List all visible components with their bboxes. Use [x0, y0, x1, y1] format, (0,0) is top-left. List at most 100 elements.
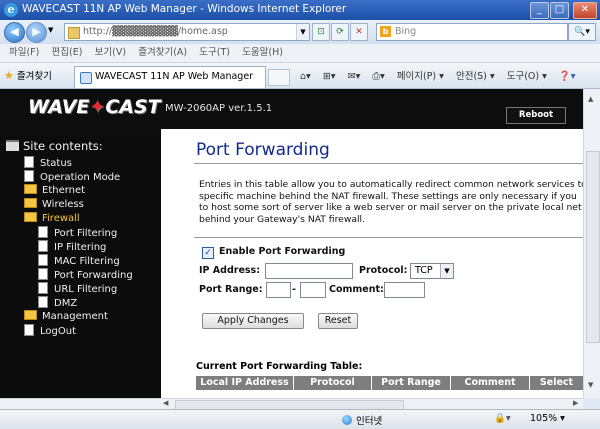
sidebar-item-port-forwarding[interactable]: Port Forwarding [38, 268, 133, 281]
new-tab-button[interactable] [268, 69, 290, 86]
ie-logo-icon: e [4, 3, 18, 17]
protected-mode-icon[interactable]: 🔒▾ [494, 413, 511, 424]
sidebar-item-status[interactable]: Status [24, 156, 72, 169]
scroll-right-icon[interactable]: ▶ [573, 399, 578, 407]
zoom-level[interactable]: 105% ▾ [530, 413, 565, 424]
minimize-button[interactable]: _ [530, 2, 549, 19]
address-dropdown-icon[interactable]: ▼ [296, 24, 309, 40]
doc-icon [24, 170, 34, 182]
sidebar-item-management[interactable]: Management [24, 310, 108, 322]
status-bar: 인터넷 🔒▾ 105% ▾ [0, 409, 600, 429]
site-contents-title: Site contents: [6, 139, 103, 153]
page-menu[interactable]: 페이지(P) ▾ [397, 71, 444, 82]
favorites-button[interactable]: ★ 즐겨찾기 [4, 68, 52, 82]
menu-file[interactable]: 파일(F) [9, 44, 39, 62]
col-local-ip: Local IP Address [200, 377, 289, 388]
sidebar-item-url-filtering[interactable]: URL Filtering [38, 282, 117, 295]
main-panel: Port Forwarding Entries in this table al… [161, 129, 583, 398]
search-input[interactable]: b Bing [376, 23, 568, 41]
stop-icon[interactable]: ✕ [350, 23, 368, 41]
address-input[interactable]: http://▓▓▓▓▓▓▓▓▓/home.asp ▼ [64, 23, 310, 41]
search-placeholder: Bing [395, 26, 417, 37]
sidebar-item-firewall[interactable]: Firewall [24, 212, 80, 224]
model-version: MW-2060AP ver.1.5.1 [165, 103, 273, 114]
command-bar: ⌂▾ ⊞▾ ✉▾ ⎙▾ 페이지(P) ▾ 안전(S) ▾ 도구(O) ▾ ❓▾ [300, 68, 585, 82]
safety-menu[interactable]: 안전(S) ▾ [456, 71, 495, 82]
doc-icon [38, 240, 48, 252]
col-port-range: Port Range [381, 377, 441, 388]
reset-button[interactable]: Reset [318, 313, 358, 329]
tools-menu[interactable]: 도구(O) ▾ [507, 71, 547, 82]
tab-wavecast[interactable]: WAVECAST 11N AP Web Manager [74, 66, 266, 88]
port-range-label: Port Range: [199, 284, 263, 295]
folder-icon [24, 184, 37, 194]
vertical-scrollbar[interactable]: ▲ ▼ [583, 89, 600, 398]
mail-icon[interactable]: ✉▾ [348, 71, 361, 82]
address-url: http://▓▓▓▓▓▓▓▓▓/home.asp [83, 26, 228, 37]
menu-view[interactable]: 보기(V) [95, 44, 126, 62]
enable-port-forwarding-label: Enable Port Forwarding [219, 246, 346, 257]
close-button[interactable]: ✕ [573, 2, 597, 19]
table-title: Current Port Forwarding Table: [196, 361, 363, 372]
menu-tools[interactable]: 도구(T) [199, 44, 230, 62]
doc-icon [38, 282, 48, 294]
menu-help[interactable]: 도움말(H) [242, 44, 283, 62]
address-toolbar: ◀ ▶ ▼ http://▓▓▓▓▓▓▓▓▓/home.asp ▼ ⊡ ⟳ ✕ … [0, 20, 600, 44]
sidebar-item-ip-filtering[interactable]: IP Filtering [38, 240, 106, 253]
menu-bar: 파일(F) 편집(E) 보기(V) 즐겨찾기(A) 도구(T) 도움말(H) [0, 44, 600, 63]
table-header-row: Local IP Address Protocol Port Range Com… [196, 376, 583, 390]
ip-address-input[interactable] [265, 263, 353, 279]
sidebar-item-dmz[interactable]: DMZ [38, 296, 77, 309]
title-divider [194, 163, 583, 164]
port-range-dash: - [292, 284, 296, 295]
sidebar-item-wireless[interactable]: Wireless [24, 198, 84, 210]
apply-changes-button[interactable]: Apply Changes [202, 313, 304, 329]
reboot-button[interactable]: Reboot [506, 107, 566, 124]
menu-favorites[interactable]: 즐겨찾기(A) [138, 44, 187, 62]
favorites-label: 즐겨찾기 [16, 71, 52, 82]
home-icon[interactable]: ⌂▾ [300, 71, 311, 82]
sidebar-item-logout[interactable]: LogOut [24, 324, 76, 337]
help-icon[interactable]: ❓▾ [559, 71, 576, 82]
forward-button[interactable]: ▶ [26, 22, 47, 43]
port-from-input[interactable] [266, 282, 291, 298]
site-sidebar: Site contents: Status Operation Mode Eth… [0, 129, 161, 398]
wavecast-logo: WAVE✦CAST [28, 96, 161, 118]
window-title-bar: e WAVECAST 11N AP Web Manager - Windows … [0, 0, 600, 20]
site-folder-icon [6, 140, 19, 151]
back-button[interactable]: ◀ [4, 22, 25, 43]
sidebar-item-port-filtering[interactable]: Port Filtering [38, 226, 117, 239]
scroll-left-icon[interactable]: ◀ [163, 399, 168, 407]
protocol-select[interactable]: TCP ▼ [410, 263, 454, 279]
refresh-icon[interactable]: ⟳ [331, 23, 349, 41]
compat-view-icon[interactable]: ⊡ [312, 23, 330, 41]
doc-icon [38, 296, 48, 308]
feeds-icon[interactable]: ⊞▾ [323, 71, 336, 82]
globe-icon [342, 415, 352, 425]
sidebar-item-ethernet[interactable]: Ethernet [24, 184, 85, 196]
search-button[interactable]: 🔍▾ [568, 23, 596, 41]
folder-icon [24, 198, 37, 208]
history-dropdown-icon[interactable]: ▼ [48, 26, 53, 34]
enable-port-forwarding-checkbox[interactable]: ✓ [202, 247, 214, 259]
scroll-up-icon[interactable]: ▲ [588, 95, 593, 103]
print-icon[interactable]: ⎙▾ [372, 71, 384, 82]
vertical-scroll-thumb[interactable] [586, 151, 600, 343]
tab-label: WAVECAST 11N AP Web Manager [95, 71, 254, 82]
scroll-down-icon[interactable]: ▼ [588, 381, 593, 389]
page-icon [68, 27, 80, 39]
maximize-button[interactable]: □ [550, 2, 569, 19]
doc-icon [24, 156, 34, 168]
comment-input[interactable] [384, 282, 425, 298]
port-to-input[interactable] [300, 282, 326, 298]
protocol-value: TCP [415, 265, 433, 276]
doc-icon [38, 254, 48, 266]
col-protocol: Protocol [310, 377, 355, 388]
favorites-star-icon: ★ [4, 69, 14, 82]
sidebar-item-mac-filtering[interactable]: MAC Filtering [38, 254, 120, 267]
menu-edit[interactable]: 편집(E) [52, 44, 83, 62]
tab-bar: ★ 즐겨찾기 WAVECAST 11N AP Web Manager ⌂▾ ⊞▾… [0, 63, 600, 89]
sidebar-item-operation-mode[interactable]: Operation Mode [24, 170, 120, 183]
doc-icon [24, 324, 34, 336]
folder-icon [24, 310, 37, 320]
